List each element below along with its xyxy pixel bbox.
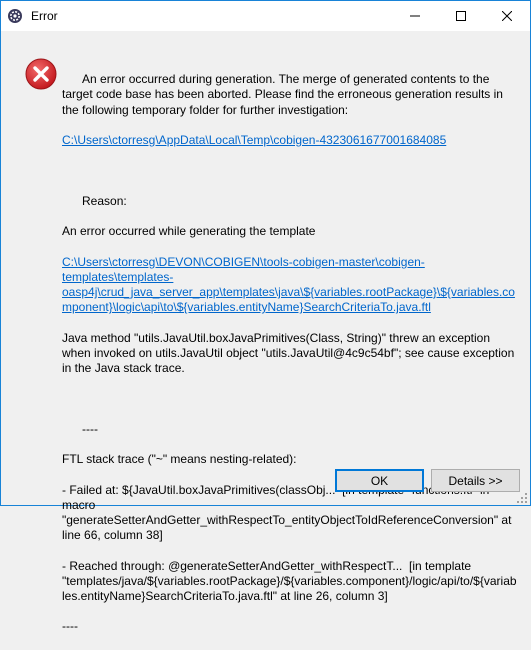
reason-label: Reason:	[82, 193, 127, 208]
reason-text: An error occurred while generating the t…	[62, 224, 316, 239]
separator-bottom: ----	[62, 619, 78, 634]
minimize-button[interactable]	[392, 1, 438, 31]
stack-trace-line-2: - Reached through: @generateSetterAndGet…	[62, 558, 517, 604]
title-bar[interactable]: Error	[1, 1, 530, 31]
error-icon	[25, 58, 57, 90]
error-dialog: Error An error occurred during generatio…	[0, 0, 531, 633]
window-title: Error	[31, 9, 58, 23]
stack-trace-header: FTL stack trace ("~" means nesting-relat…	[62, 452, 297, 467]
separator-top: ----	[82, 421, 98, 436]
close-icon	[502, 11, 512, 21]
resize-grip-icon[interactable]	[516, 491, 528, 503]
temp-folder-link[interactable]: C:\Users\ctorresg\AppData\Local\Temp\cob…	[62, 133, 446, 147]
exception-text: Java method "utils.JavaUtil.boxJavaPrimi…	[62, 330, 518, 376]
error-message: An error occurred during generation. The…	[62, 57, 518, 650]
details-button[interactable]: Details >>	[431, 469, 520, 492]
intro-text: An error occurred during generation. The…	[62, 72, 507, 117]
minimize-icon	[410, 15, 420, 17]
maximize-button[interactable]	[438, 1, 484, 31]
ok-button[interactable]: OK	[335, 469, 424, 492]
close-button[interactable]	[484, 1, 530, 31]
template-path-link[interactable]: C:\Users\ctorresg\DEVON\COBIGEN\tools-co…	[62, 255, 515, 315]
dialog-content: An error occurred during generation. The…	[1, 31, 530, 633]
maximize-icon	[456, 11, 466, 21]
app-gear-icon	[7, 8, 23, 24]
